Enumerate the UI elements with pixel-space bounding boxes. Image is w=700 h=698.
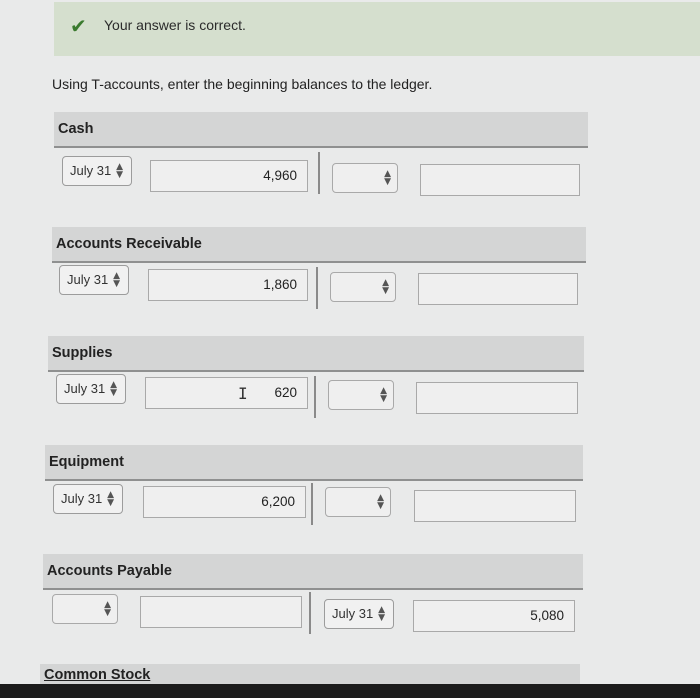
select-arrows-icon: ▲ ▼ — [110, 379, 117, 398]
select-arrows-icon: ▲ ▼ — [113, 270, 120, 289]
debit-amount-input[interactable]: 1,860 — [148, 269, 308, 301]
instruction-text: Using T-accounts, enter the beginning ba… — [52, 76, 433, 92]
credit-amount-input[interactable] — [418, 273, 578, 305]
account-header: Supplies — [48, 336, 584, 372]
t-account-divider — [311, 483, 313, 525]
select-arrows-icon: ▲ ▼ — [377, 492, 384, 511]
debit-amount-input[interactable] — [140, 596, 302, 628]
bottom-bar — [0, 684, 700, 698]
account-header: Accounts Payable — [43, 554, 583, 590]
feedback-banner: ✔ Your answer is correct. — [54, 2, 700, 56]
credit-amount-input[interactable] — [420, 164, 580, 196]
feedback-message: Your answer is correct. — [104, 17, 246, 33]
t-account-divider — [318, 152, 320, 194]
debit-date-select[interactable]: ▲ ▼ — [52, 594, 118, 624]
debit-date-select[interactable]: July 31 ▲ ▼ — [53, 484, 123, 514]
debit-amount-input[interactable]: 4,960 — [150, 160, 308, 192]
credit-date-select[interactable]: ▲ ▼ — [330, 272, 396, 302]
credit-date-select[interactable]: ▲ ▼ — [325, 487, 391, 517]
debit-date-select[interactable]: July 31 ▲ ▼ — [59, 265, 129, 295]
credit-date-select[interactable]: July 31 ▲ ▼ — [324, 599, 394, 629]
credit-date-select[interactable]: ▲ ▼ — [332, 163, 398, 193]
account-header: Cash — [54, 112, 588, 148]
select-arrows-icon: ▲ ▼ — [107, 489, 114, 508]
select-arrows-icon: ▲ ▼ — [378, 604, 385, 623]
credit-amount-input[interactable] — [414, 490, 576, 522]
account-header: Equipment — [45, 445, 583, 481]
debit-amount-input[interactable]: 6,200 — [143, 486, 306, 518]
credit-amount-input[interactable]: 5,080 — [413, 600, 575, 632]
t-account-divider — [309, 592, 311, 634]
select-arrows-icon: ▲ ▼ — [104, 599, 111, 618]
credit-date-select[interactable]: ▲ ▼ — [328, 380, 394, 410]
debit-amount-input[interactable]: 620 — [145, 377, 308, 409]
checkmark-icon: ✔ — [70, 14, 87, 38]
t-account-divider — [316, 267, 318, 309]
t-account-divider — [314, 376, 316, 418]
select-arrows-icon: ▲ ▼ — [380, 385, 387, 404]
text-cursor-icon: I — [238, 384, 248, 403]
credit-amount-input[interactable] — [416, 382, 578, 414]
select-arrows-icon: ▲ ▼ — [382, 277, 389, 296]
select-arrows-icon: ▲ ▼ — [384, 168, 391, 187]
select-arrows-icon: ▲ ▼ — [116, 161, 123, 180]
debit-date-select[interactable]: July 31 ▲ ▼ — [62, 156, 132, 186]
debit-date-select[interactable]: July 31 ▲ ▼ — [56, 374, 126, 404]
account-header: Accounts Receivable — [52, 227, 586, 263]
